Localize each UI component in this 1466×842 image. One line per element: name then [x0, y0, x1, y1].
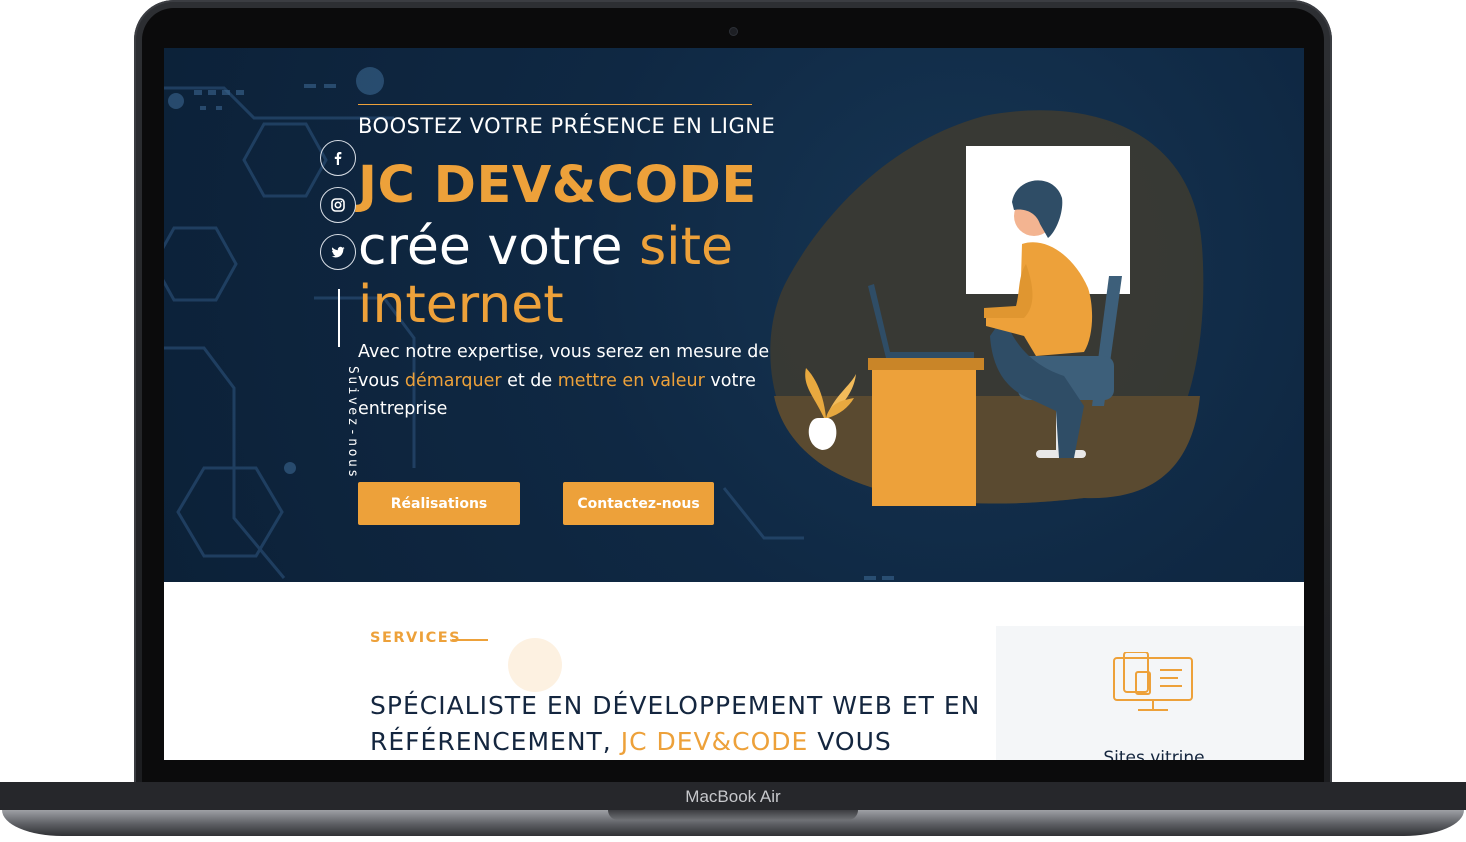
- heading-part-2: VOUS: [808, 727, 892, 756]
- lead-accent-2: mettre en valeur: [557, 370, 705, 391]
- decorative-dot: [508, 638, 562, 692]
- website-screen: BOOSTEZ VOTRE PRÉSENCE EN LIGNE JC DEV&C…: [164, 48, 1304, 760]
- instagram-icon: [331, 198, 345, 212]
- services-eyebrow: SERVICES: [370, 630, 462, 646]
- tagline-rule: [358, 104, 752, 105]
- service-card-vitrine[interactable]: Sites vitrine: [996, 626, 1304, 760]
- hero-section: BOOSTEZ VOTRE PRÉSENCE EN LIGNE JC DEV&C…: [164, 48, 1304, 582]
- heading-accent: JC DEV&CODE: [620, 727, 809, 756]
- service-card-title: Sites vitrine: [1103, 748, 1205, 760]
- lead-accent-1: démarquer: [404, 370, 502, 391]
- services-section: SERVICES SPÉCIALISTE EN DÉVELOPPEMENT WE…: [164, 582, 1304, 760]
- twitter-icon: [331, 246, 345, 258]
- device-label: MacBook Air: [685, 787, 781, 806]
- developer-illustration: [770, 110, 1204, 506]
- realisations-button[interactable]: Réalisations: [358, 482, 520, 525]
- eyebrow-line: [452, 639, 488, 641]
- follow-label: Suivez-nous: [345, 366, 360, 480]
- hero-headline: crée votre site internet: [358, 218, 778, 334]
- lead-part-2: et de: [501, 370, 558, 391]
- facebook-link[interactable]: [320, 140, 356, 176]
- follow-divider: [338, 289, 340, 347]
- services-heading: SPÉCIALISTE EN DÉVELOPPEMENT WEB ET EN R…: [370, 688, 990, 760]
- laptop-base: MacBook Air: [0, 782, 1466, 842]
- facebook-icon: [334, 152, 342, 165]
- brand-title: JC DEV&CODE: [358, 156, 757, 215]
- twitter-link[interactable]: [320, 234, 356, 270]
- headline-part: crée votre: [358, 217, 640, 277]
- trackpad-notch: [608, 810, 858, 820]
- monitor-devices-icon: [1113, 652, 1193, 711]
- camera: [729, 27, 738, 36]
- hero-tagline: BOOSTEZ VOTRE PRÉSENCE EN LIGNE: [358, 114, 776, 138]
- contact-button[interactable]: Contactez-nous: [563, 482, 714, 525]
- instagram-link[interactable]: [320, 187, 356, 223]
- hero-lead: Avec notre expertise, vous serez en mesu…: [358, 338, 778, 424]
